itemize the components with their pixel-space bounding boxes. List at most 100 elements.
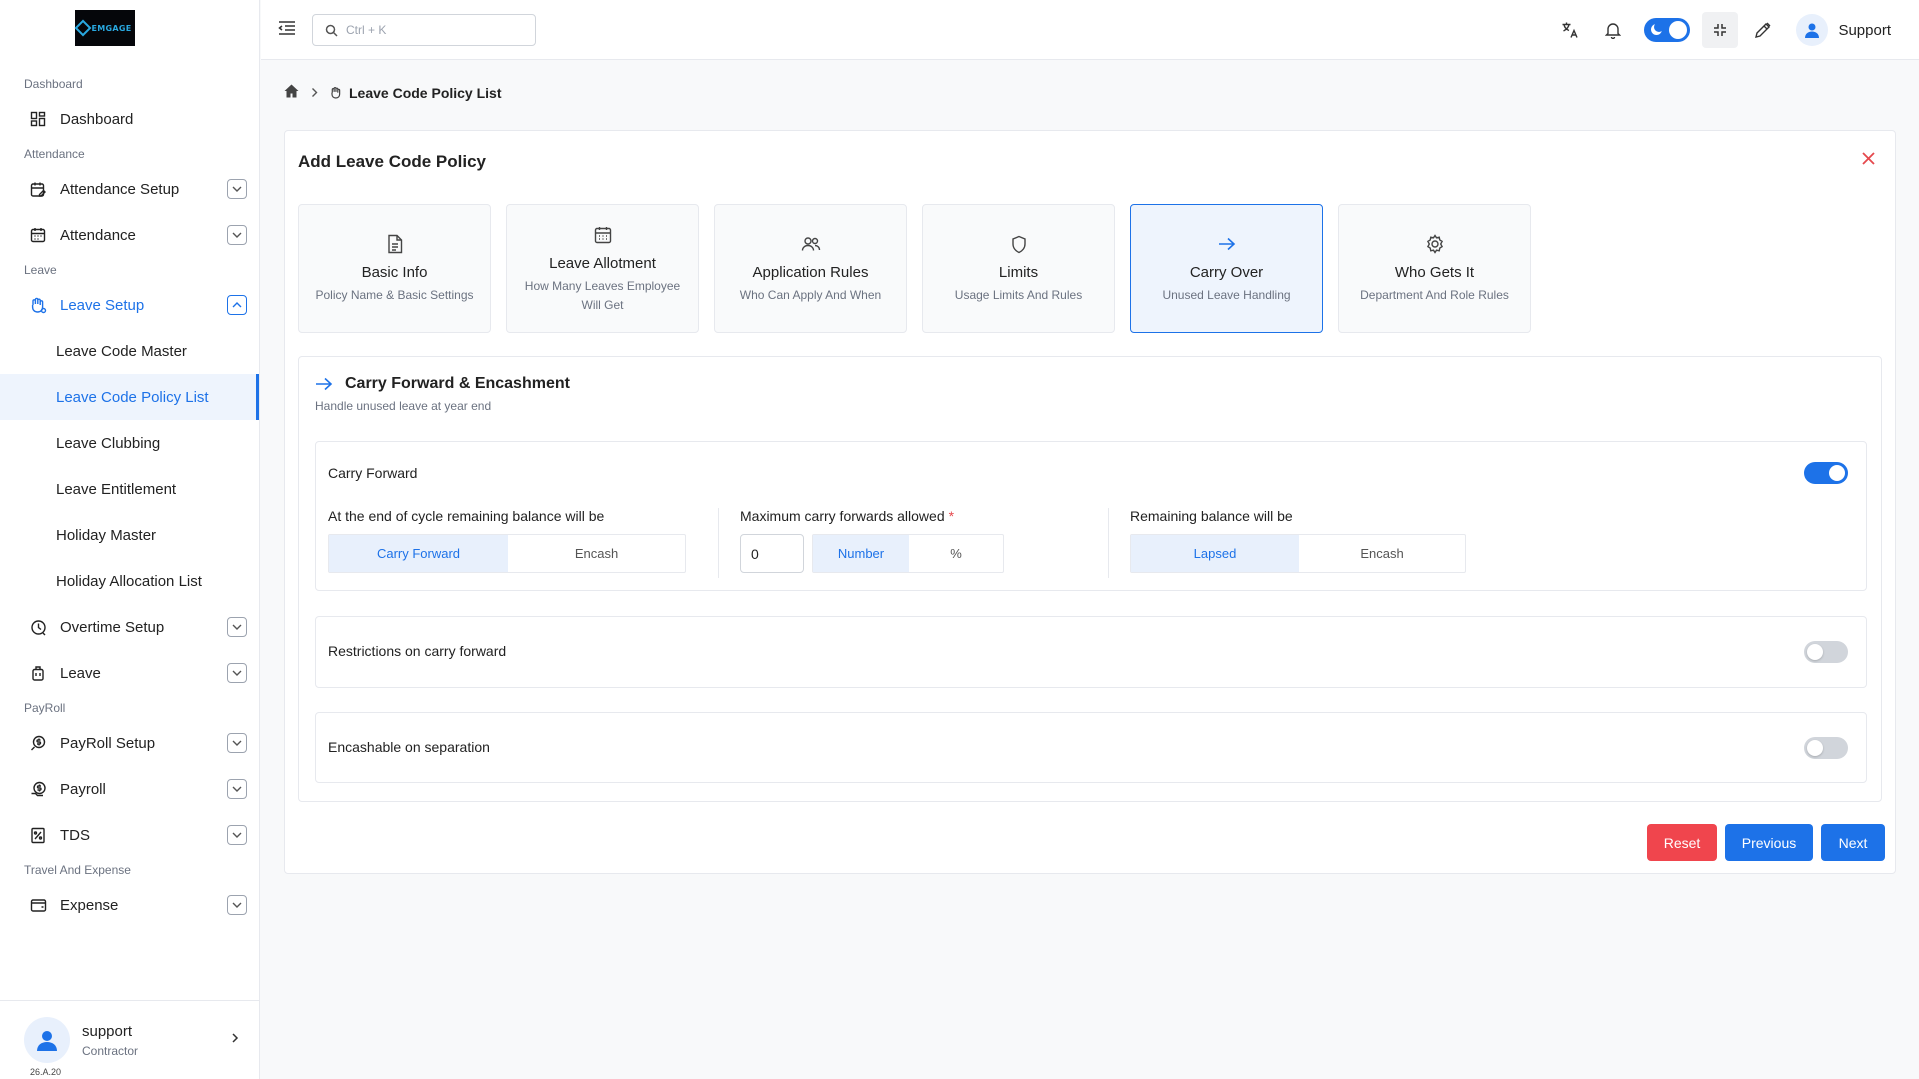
step-basic-info[interactable]: Basic Info Policy Name & Basic Settings (298, 204, 491, 333)
footer-user-info: support Contractor (82, 1023, 138, 1058)
sidebar-subitem-leave-code-master[interactable]: Leave Code Master (0, 328, 259, 374)
logo-mark-icon (74, 19, 92, 37)
breadcrumb: Leave Code Policy List (284, 84, 502, 101)
avatar: 26.A.20 (24, 1017, 70, 1077)
restrictions-toggle[interactable] (1804, 641, 1848, 663)
sidebar-item-expense[interactable]: Expense (0, 882, 259, 928)
encashable-toggle[interactable] (1804, 737, 1848, 759)
bell-icon[interactable] (1595, 12, 1631, 48)
theme-toggle[interactable] (1644, 18, 1691, 42)
sidebar-item-overtime-setup[interactable]: Overtime Setup (0, 604, 259, 650)
calendar-icon (28, 225, 48, 245)
user-icon (37, 1031, 57, 1051)
option-encash[interactable]: Encash (1299, 535, 1465, 572)
sidebar-user-footer[interactable]: 26.A.20 support Contractor (0, 1000, 259, 1079)
calendar-edit-icon (28, 179, 48, 199)
home-icon[interactable] (284, 84, 299, 101)
close-icon[interactable] (1862, 152, 1875, 169)
chevron-down-icon[interactable] (227, 779, 247, 799)
sidebar-subitem-leave-code-policy-list[interactable]: Leave Code Policy List (0, 374, 259, 420)
sidebar-item-label: Dashboard (60, 110, 134, 128)
chevron-down-icon[interactable] (227, 733, 247, 753)
option-lapsed[interactable]: Lapsed (1131, 535, 1299, 572)
sidebar-subitem-leave-entitlement[interactable]: Leave Entitlement (0, 466, 259, 512)
step-who-gets-it[interactable]: Who Gets It Department And Role Rules (1338, 204, 1531, 333)
chevron-down-icon[interactable] (227, 825, 247, 845)
divider (1108, 508, 1109, 578)
step-leave-allotment[interactable]: Leave Allotment How Many Leaves Employee… (506, 204, 699, 333)
chevron-down-icon[interactable] (227, 663, 247, 683)
calendar-icon (594, 223, 612, 247)
end-of-cycle-label: At the end of cycle remaining balance wi… (328, 508, 605, 524)
sidebar-item-label: Payroll (60, 780, 106, 798)
section-label-travel: Travel And Expense (24, 863, 131, 877)
option-encash[interactable]: Encash (508, 535, 685, 572)
sidebar-subitem-holiday-allocation-list[interactable]: Holiday Allocation List (0, 558, 259, 604)
chevron-down-icon[interactable] (227, 895, 247, 915)
max-carry-label-text: Maximum carry forwards allowed (740, 508, 945, 524)
chevron-up-icon[interactable] (227, 295, 247, 315)
arrow-right-icon (316, 377, 333, 391)
translate-icon[interactable] (1552, 12, 1588, 48)
step-title: Basic Info (361, 264, 428, 281)
logo-area: EMGAGE (0, 0, 259, 60)
sidebar-item-payroll-setup[interactable]: PayRoll Setup (0, 720, 259, 766)
step-application-rules[interactable]: Application Rules Who Can Apply And When (714, 204, 907, 333)
logo-text: EMGAGE (91, 23, 132, 33)
chevron-right-icon[interactable] (231, 1031, 239, 1048)
fullscreen-exit-icon[interactable] (1702, 12, 1739, 48)
previous-button[interactable]: Previous (1725, 824, 1813, 861)
option-carry-forward[interactable]: Carry Forward (329, 535, 508, 572)
sidebar-nav[interactable]: Dashboard Dashboard Attendance Attendanc… (0, 60, 259, 1000)
leave-setup-icon (330, 86, 343, 100)
sidebar-subitem-holiday-master[interactable]: Holiday Master (0, 512, 259, 558)
brand-logo[interactable]: EMGAGE (74, 10, 135, 46)
sidebar-item-label: Leave Setup (60, 296, 145, 314)
menu-toggle-icon[interactable] (278, 20, 296, 40)
chevron-down-icon[interactable] (227, 179, 247, 199)
grid-icon (28, 109, 48, 129)
remaining-balance-label: Remaining balance will be (1130, 508, 1293, 524)
sidebar-item-attendance-setup[interactable]: Attendance Setup (0, 166, 259, 212)
search-input[interactable] (346, 23, 516, 37)
step-carry-over[interactable]: Carry Over Unused Leave Handling (1130, 204, 1323, 333)
search-box[interactable] (312, 14, 536, 46)
option-percent[interactable]: % (909, 535, 1003, 572)
encashable-section: Encashable on separation (315, 712, 1867, 783)
app-version: 26.A.20 (30, 1067, 62, 1077)
sidebar-item-leave-setup[interactable]: Leave Setup (0, 282, 259, 328)
step-limits[interactable]: Limits Usage Limits And Rules (922, 204, 1115, 333)
step-title: Application Rules (752, 264, 869, 281)
chevron-down-icon[interactable] (227, 617, 247, 637)
step-subtitle: How Many Leaves Employee Will Get (524, 278, 681, 312)
section-label-dashboard: Dashboard (24, 77, 83, 91)
max-carry-input[interactable] (740, 534, 804, 573)
max-carry-unit-segmented: Number % (812, 534, 1004, 573)
luggage-icon (28, 663, 48, 683)
option-number[interactable]: Number (813, 535, 909, 572)
sidebar-item-label: PayRoll Setup (60, 734, 156, 752)
chevron-down-icon[interactable] (227, 225, 247, 245)
reset-button[interactable]: Reset (1647, 824, 1717, 861)
step-title: Who Gets It (1394, 264, 1475, 281)
sidebar-item-tds[interactable]: TDS (0, 812, 259, 858)
max-carry-controls: Number % (740, 534, 1004, 573)
sidebar-item-dashboard[interactable]: Dashboard (0, 96, 259, 142)
sidebar-item-label: Overtime Setup (60, 618, 165, 636)
sidebar: EMGAGE Dashboard Dashboard Attendance At… (0, 0, 260, 1079)
next-button[interactable]: Next (1821, 824, 1885, 861)
gear-icon (1425, 232, 1445, 256)
sidebar-item-payroll[interactable]: Payroll (0, 766, 259, 812)
user-menu[interactable]: Support (1796, 14, 1891, 46)
document-icon (387, 232, 403, 256)
sidebar-item-leave[interactable]: Leave (0, 650, 259, 696)
moon-icon (1651, 22, 1665, 35)
user-name: Support (1838, 21, 1891, 39)
sidebar-subitem-leave-clubbing[interactable]: Leave Clubbing (0, 420, 259, 466)
sidebar-item-attendance[interactable]: Attendance (0, 212, 259, 258)
carry-forward-toggle[interactable] (1804, 462, 1848, 484)
max-carry-field: Maximum carry forwards allowed* Number % (740, 508, 1004, 573)
pen-icon[interactable] (1745, 12, 1781, 48)
page-title: Add Leave Code Policy (298, 152, 486, 171)
wizard-steps: Basic Info Policy Name & Basic Settings … (298, 204, 1531, 333)
